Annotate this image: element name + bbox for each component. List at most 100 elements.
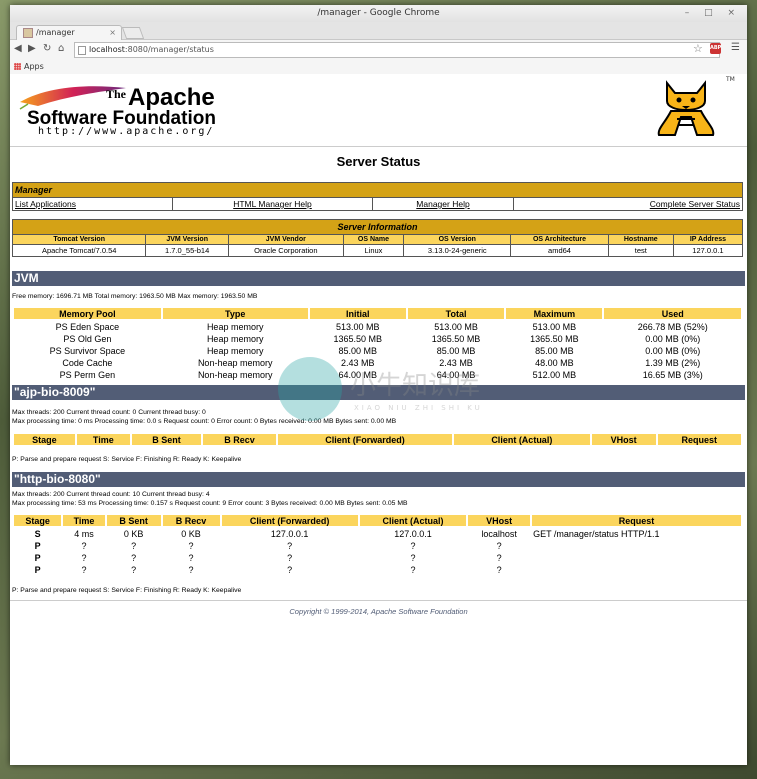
cell: ? — [188, 565, 194, 575]
table-row: P?????? — [13, 552, 742, 564]
cell: PS Old Gen — [63, 334, 112, 344]
cell: P — [34, 553, 41, 563]
logo-url: http://www.apache.org/ — [38, 126, 215, 137]
cell: 2.43 MB — [341, 358, 375, 368]
tab-close-icon[interactable]: × — [109, 26, 116, 40]
cell: ? — [131, 553, 137, 563]
cell: 512.00 MB — [532, 370, 577, 380]
jvm-memory-line: Free memory: 1696.71 MB Total memory: 19… — [12, 293, 258, 300]
cell: 513.00 MB — [336, 322, 380, 332]
http-section-title: "http-bio-8080" — [12, 472, 745, 487]
cell: 1.39 MB (2%) — [645, 358, 701, 368]
apps-link[interactable]: Apps — [24, 62, 44, 71]
cell: 64.00 MB — [338, 370, 378, 380]
col-time: Time — [61, 513, 107, 528]
col-vhost: VHost — [589, 432, 658, 447]
col-client-actual: Client (Actual) — [357, 513, 469, 528]
ajp-threads-line: Max threads: 200 Current thread count: 0… — [12, 409, 206, 416]
table-row: Code Cache Non-heap memory 2.43 MB 2.43 MB 4… — [13, 357, 742, 369]
cell: PS Perm Gen — [59, 370, 116, 380]
cell: 513.00 MB — [434, 322, 478, 332]
window-title: /manager - Google Chrome — [317, 8, 440, 18]
tomcat-logo-icon — [657, 80, 715, 136]
address-path: :8080/manager/status — [124, 45, 214, 54]
tab-strip: /manager × — [10, 22, 747, 40]
reload-icon[interactable]: ↻ — [43, 43, 51, 54]
cell: ? — [410, 565, 416, 575]
back-icon[interactable]: ◀ — [14, 43, 22, 54]
cell: ? — [287, 553, 293, 563]
col-memory-pool: Memory Pool — [12, 306, 163, 321]
divider — [10, 146, 747, 147]
cell: P — [34, 565, 41, 575]
http-processing-line: Max processing time: 53 ms Processing ti… — [12, 500, 408, 507]
cell: localhost — [481, 529, 517, 539]
cell: PS Eden Space — [55, 322, 120, 332]
cell: 85.00 MB — [338, 346, 378, 356]
complete-server-status-link[interactable]: Complete Server Status — [650, 199, 740, 209]
cell: 0 KB — [181, 529, 201, 539]
cell — [531, 540, 742, 552]
cell: ? — [410, 553, 416, 563]
window-controls[interactable]: – □ × — [685, 5, 741, 22]
cell: 0.00 MB (0%) — [645, 346, 701, 356]
ip-address: 127.0.0.1 — [672, 244, 744, 257]
col-initial: Initial — [307, 306, 408, 321]
http-threads-line: Max threads: 200 Current thread count: 1… — [12, 491, 210, 498]
cell: ? — [131, 565, 137, 575]
logo-the: The — [106, 87, 127, 101]
address-bar[interactable]: localhost:8080/manager/status — [74, 42, 720, 58]
menu-icon[interactable]: ☰ — [731, 42, 740, 53]
server-info-header: Server Information — [12, 219, 743, 235]
col-request: Request — [655, 432, 744, 447]
bookmark-star-icon[interactable]: ☆ — [693, 42, 703, 55]
memory-header-row: Memory Pool Type Initial Total Maximum U… — [12, 306, 743, 321]
col-b-sent: B Sent — [104, 513, 163, 528]
jvm-vendor: Oracle Corporation — [227, 244, 344, 257]
col-os-name: OS Name — [342, 234, 405, 245]
manager-help-link[interactable]: Manager Help — [416, 199, 469, 209]
cell: 127.0.0.1 — [270, 529, 309, 539]
col-b-recv: B Recv — [200, 432, 279, 447]
cell: 85.00 MB — [436, 346, 476, 356]
cell: 1365.50 MB — [333, 334, 383, 344]
cell: ? — [81, 541, 87, 551]
cell: Non-heap memory — [197, 358, 273, 368]
manager-header: Manager — [12, 182, 743, 198]
col-jvm-vendor: JVM Vendor — [227, 234, 344, 245]
cell: 64.00 MB — [436, 370, 476, 380]
apps-icon[interactable] — [14, 63, 21, 70]
cell: ? — [81, 553, 87, 563]
adblock-icon[interactable]: ABP — [710, 43, 721, 54]
cell: S — [34, 529, 41, 539]
col-vhost: VHost — [466, 513, 533, 528]
col-tomcat-version: Tomcat Version — [11, 234, 147, 245]
table-row: PS Perm Gen Non-heap memory 64.00 MB 64.00 … — [13, 369, 742, 381]
html-manager-help-link[interactable]: HTML Manager Help — [233, 199, 312, 209]
col-client-actual: Client (Actual) — [451, 432, 592, 447]
forward-icon[interactable]: ▶ — [28, 43, 36, 54]
cell: Heap memory — [206, 334, 264, 344]
cell: 85.00 MB — [535, 346, 574, 356]
tomcat-version: Apache Tomcat/7.0.54 — [11, 244, 147, 257]
cell: ? — [287, 565, 293, 575]
memory-pool-table: Memory Pool Type Initial Total Maximum U… — [12, 306, 743, 381]
http-stage-legend: P: Parse and prepare request S: Service … — [12, 587, 242, 594]
home-icon[interactable]: ⌂ — [58, 43, 64, 54]
cell: ? — [188, 553, 194, 563]
col-os-version: OS Version — [403, 234, 512, 245]
cell: 0 KB — [123, 529, 144, 539]
tab-manager[interactable]: /manager × — [16, 25, 122, 40]
cell — [531, 552, 742, 564]
col-b-recv: B Recv — [160, 513, 222, 528]
col-stage: Stage — [12, 432, 77, 447]
browser-toolbar: ◀ ▶ ↻ ⌂ localhost:8080/manager/status ☆ … — [10, 40, 747, 60]
list-applications-link[interactable]: List Applications — [15, 199, 76, 209]
cell: ? — [188, 541, 194, 551]
cell: PS Survivor Space — [49, 346, 126, 356]
http-header-row: Stage Time B Sent B Recv Client (Forward… — [11, 513, 743, 528]
col-hostname: Hostname — [607, 234, 674, 245]
os-version: 3.13.0-24-generic — [403, 244, 512, 257]
new-tab-button[interactable] — [121, 27, 145, 39]
table-row: P?????? — [13, 564, 742, 576]
